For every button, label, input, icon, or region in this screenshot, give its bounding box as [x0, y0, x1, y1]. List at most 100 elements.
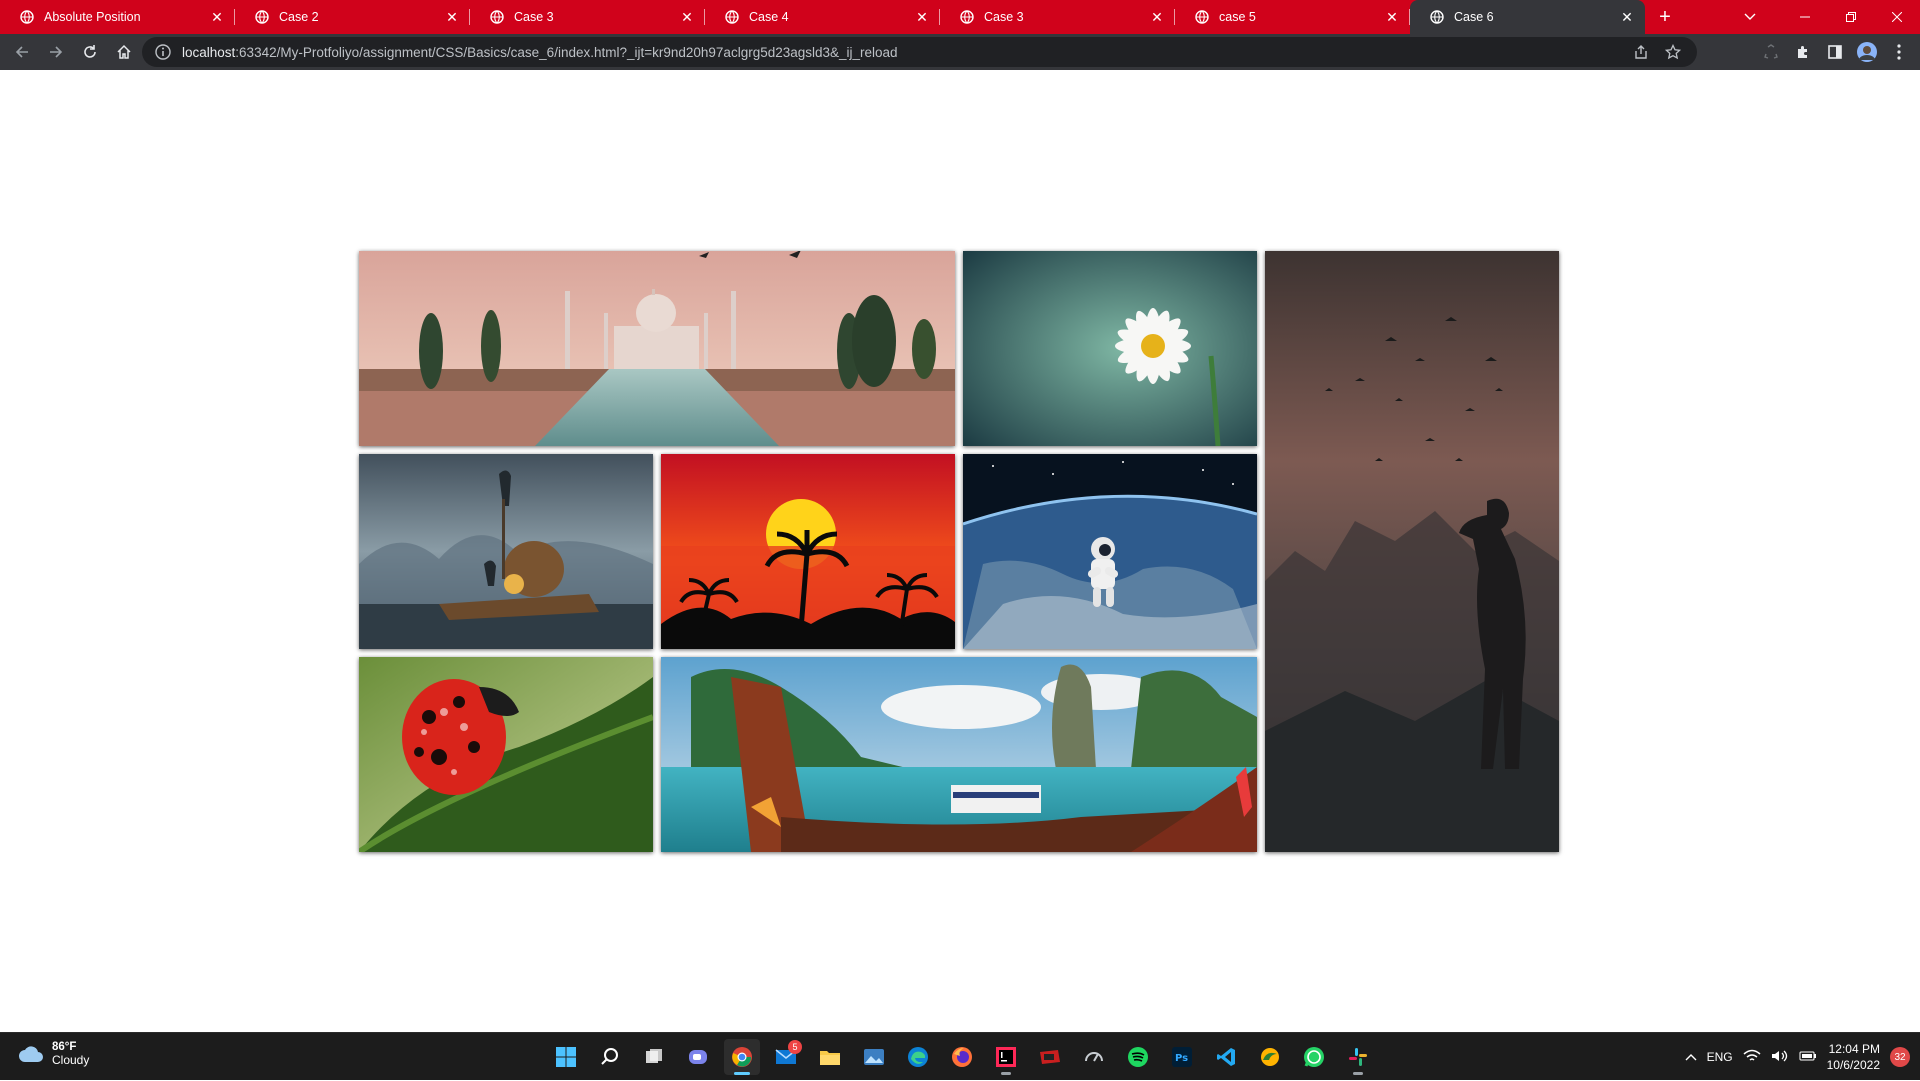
battery-button[interactable] [1799, 1050, 1817, 1065]
chrome-taskbar-button[interactable] [724, 1039, 760, 1075]
photos-button[interactable] [856, 1039, 892, 1075]
window-controls [1782, 0, 1920, 34]
address-bar-actions [1631, 42, 1683, 62]
tab-2[interactable]: Case 2 ✕ [235, 0, 470, 34]
speedometer-icon [1085, 1052, 1103, 1062]
chevron-down-icon [1744, 13, 1756, 20]
edge-button[interactable] [900, 1039, 936, 1075]
address-bar[interactable]: localhost:63342/My-Protfoliyo/assignment… [142, 37, 1697, 67]
tab-4[interactable]: Case 4 ✕ [705, 0, 940, 34]
intellij-button[interactable] [988, 1039, 1024, 1075]
weather-widget[interactable]: 86°F Cloudy [18, 1041, 89, 1067]
tab-3[interactable]: Case 3 ✕ [470, 0, 705, 34]
gallery-image-taj-mahal [359, 251, 955, 446]
mail-taskbar-button[interactable]: 5 [768, 1039, 804, 1075]
close-window-button[interactable] [1874, 0, 1920, 34]
volume-button[interactable] [1771, 1049, 1789, 1066]
taskbar-apps: 5 Ps [548, 1039, 1376, 1075]
image-gallery [359, 251, 1562, 852]
side-panel-icon [1828, 45, 1842, 59]
tab-close-button[interactable]: ✕ [205, 9, 229, 26]
avatar [1857, 42, 1877, 62]
task-view-icon [646, 1049, 662, 1063]
tab-5[interactable]: Case 3 ✕ [940, 0, 1175, 34]
tab-close-button[interactable]: ✕ [1380, 9, 1404, 26]
star-icon [1665, 44, 1681, 60]
recycle-extension-button[interactable] [1758, 39, 1784, 65]
gallery-image-silhouette [1265, 251, 1559, 852]
back-button[interactable] [6, 36, 38, 68]
globe-icon [20, 10, 34, 24]
forward-button[interactable] [40, 36, 72, 68]
tab-close-button[interactable]: ✕ [910, 9, 934, 26]
show-hidden-icons-button[interactable] [1685, 1050, 1697, 1064]
tab-close-button[interactable]: ✕ [1145, 9, 1169, 26]
menu-button[interactable] [1886, 39, 1912, 65]
home-button[interactable] [108, 36, 140, 68]
side-panel-button[interactable] [1822, 39, 1848, 65]
red-app-button[interactable] [1032, 1039, 1068, 1075]
running-indicator [1353, 1072, 1363, 1075]
teams-chat-button[interactable] [680, 1039, 716, 1075]
new-tab-button[interactable]: + [1645, 0, 1685, 34]
page-viewport [0, 70, 1920, 1032]
globe-icon [725, 10, 739, 24]
firefox-button[interactable] [944, 1039, 980, 1075]
gallery-image-sunset-palms [661, 454, 955, 649]
tab-title: Case 4 [749, 10, 789, 24]
task-view-button[interactable] [636, 1039, 672, 1075]
tab-1[interactable]: Absolute Position ✕ [0, 0, 235, 34]
reload-icon [84, 45, 96, 58]
notification-badge[interactable]: 32 [1890, 1047, 1910, 1067]
swirl-app-button[interactable] [1252, 1039, 1288, 1075]
photoshop-button[interactable]: Ps [1164, 1039, 1200, 1075]
chevron-up-icon [1685, 1054, 1697, 1061]
network-button[interactable] [1743, 1049, 1761, 1066]
globe-icon [1195, 10, 1209, 24]
bookmark-button[interactable] [1663, 42, 1683, 62]
minimize-button[interactable] [1782, 0, 1828, 34]
tab-7[interactable]: Case 6 ✕ [1410, 0, 1645, 34]
cloud-icon [19, 1046, 43, 1062]
slack-icon [1349, 1048, 1367, 1066]
svg-text:Ps: Ps [1175, 1053, 1188, 1064]
weather-desc: Cloudy [52, 1053, 90, 1067]
gallery-image-fisherman [359, 454, 653, 649]
wifi-icon [1743, 1049, 1761, 1061]
whatsapp-button[interactable] [1296, 1039, 1332, 1075]
profile-button[interactable] [1854, 39, 1880, 65]
tab-search-button[interactable] [1730, 0, 1770, 34]
info-icon[interactable] [154, 43, 172, 61]
start-button[interactable] [548, 1039, 584, 1075]
restore-button[interactable] [1828, 0, 1874, 34]
spotify-icon [1128, 1047, 1148, 1067]
clock[interactable]: 12:04 PM 10/6/2022 [1827, 1041, 1880, 1073]
taskbar: 86°F Cloudy 5 Ps ENG 12:04 PM 10/6/2022 … [0, 1032, 1920, 1080]
arrow-right-icon [50, 46, 63, 58]
speedometer-button[interactable] [1076, 1039, 1112, 1075]
reload-button[interactable] [74, 36, 106, 68]
language-indicator[interactable]: ENG [1707, 1050, 1733, 1064]
gallery-image-ladybug [359, 657, 653, 852]
slack-button[interactable] [1340, 1039, 1376, 1075]
taskbar-search-button[interactable] [592, 1039, 628, 1075]
kebab-menu-icon [1897, 44, 1901, 60]
speaker-icon [1771, 1050, 1787, 1061]
photoshop-icon: Ps [1172, 1047, 1192, 1067]
running-indicator [1001, 1072, 1011, 1075]
spotify-button[interactable] [1120, 1039, 1156, 1075]
windows-start-icon [556, 1047, 576, 1067]
share-button[interactable] [1631, 42, 1651, 62]
tab-close-button[interactable]: ✕ [1615, 9, 1639, 26]
tab-close-button[interactable]: ✕ [675, 9, 699, 26]
intellij-icon [996, 1047, 1016, 1067]
url-host: localhost [182, 44, 236, 60]
extensions-button[interactable] [1790, 39, 1816, 65]
tab-close-button[interactable]: ✕ [440, 9, 464, 26]
close-icon [1892, 12, 1902, 22]
vscode-button[interactable] [1208, 1039, 1244, 1075]
file-explorer-button[interactable] [812, 1039, 848, 1075]
file-explorer-icon [820, 1051, 840, 1065]
mail-badge: 5 [788, 1040, 802, 1054]
tab-6[interactable]: case 5 ✕ [1175, 0, 1410, 34]
